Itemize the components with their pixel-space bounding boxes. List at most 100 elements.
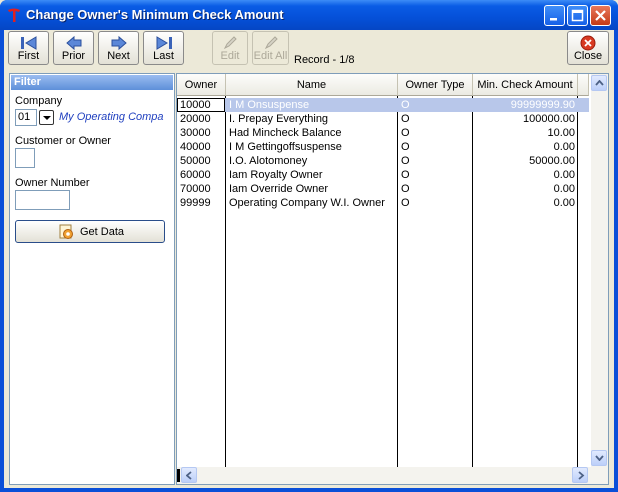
column-header-name[interactable]: Name (226, 74, 398, 96)
scroll-down-button[interactable] (591, 450, 607, 466)
owner-number-label: Owner Number (15, 177, 90, 189)
name-cell[interactable]: Iam Royalty Owner (229, 168, 395, 182)
title-bar[interactable]: Change Owner's Minimum Check Amount (0, 0, 618, 30)
min-check-amount-cell[interactable]: 50000.00 (474, 154, 575, 168)
prior-record-icon (65, 35, 81, 51)
owner-cell[interactable]: 60000 (180, 168, 225, 182)
get-data-button[interactable]: Get Data (15, 220, 165, 243)
chevron-up-icon (595, 80, 604, 86)
owner-type-cell[interactable]: O (401, 168, 469, 182)
min-check-amount-cell[interactable]: 100000.00 (474, 112, 575, 126)
app-window: Change Owner's Minimum Check Amount Firs… (0, 0, 618, 492)
first-button[interactable]: First (8, 31, 49, 65)
close-x-icon (595, 10, 606, 21)
scroll-right-button[interactable] (572, 467, 588, 483)
name-cell[interactable]: I M Gettingoffsuspense (229, 140, 395, 154)
owner-cell[interactable]: 99999 (180, 196, 225, 210)
client-area: First Prior Next Last Edit Edit All Reco… (4, 30, 614, 488)
company-code-input[interactable]: 01 (15, 109, 37, 126)
first-label: First (17, 50, 40, 62)
min-check-amount-cell[interactable]: 0.00 (474, 182, 575, 196)
minimize-button[interactable] (544, 5, 565, 26)
next-button[interactable]: Next (98, 31, 139, 65)
edit-all-label: Edit All (253, 50, 288, 62)
table-row[interactable]: 40000 I M Gettingoffsuspense O 0.00 (177, 140, 589, 154)
column-header-owner[interactable]: Owner (177, 74, 226, 96)
minimize-icon (550, 18, 557, 21)
min-check-amount-cell[interactable]: 0.00 (474, 196, 575, 210)
owner-type-cell[interactable]: O (401, 112, 469, 126)
name-cell[interactable]: Operating Company W.I. Owner (229, 196, 395, 210)
scroll-up-button[interactable] (591, 75, 607, 91)
first-record-icon (20, 36, 36, 50)
vertical-scrollbar[interactable] (591, 74, 608, 467)
pencil-icon (264, 36, 278, 50)
scroll-position-marker (177, 469, 180, 482)
owner-type-cell[interactable]: O (401, 98, 469, 112)
chevron-down-icon (595, 455, 604, 461)
table-row[interactable]: 30000 Had Mincheck Balance O 10.00 (177, 126, 589, 140)
owner-cell[interactable]: 70000 (180, 182, 225, 196)
window-title: Change Owner's Minimum Check Amount (26, 7, 284, 22)
chevron-left-icon (186, 471, 192, 480)
owner-type-cell[interactable]: O (401, 126, 469, 140)
window-close-button[interactable] (590, 5, 611, 26)
get-data-label: Get Data (80, 226, 125, 238)
edit-button[interactable]: Edit (212, 31, 248, 65)
table-row[interactable]: 20000 I. Prepay Everything O 100000.00 (177, 112, 589, 126)
prior-button[interactable]: Prior (53, 31, 94, 65)
name-cell[interactable]: Had Mincheck Balance (229, 126, 395, 140)
last-button[interactable]: Last (143, 31, 184, 65)
name-cell[interactable]: Iam Override Owner (229, 182, 395, 196)
min-check-amount-cell[interactable]: 0.00 (474, 140, 575, 154)
scroll-left-button[interactable] (181, 467, 197, 483)
close-button[interactable]: Close (567, 31, 609, 65)
next-label: Next (107, 50, 130, 62)
min-check-amount-cell[interactable]: 99999999.90 (474, 98, 575, 112)
chevron-down-icon[interactable] (39, 110, 54, 125)
last-label: Last (153, 50, 174, 62)
owner-cell[interactable]: 20000 (180, 112, 225, 126)
min-check-amount-cell[interactable]: 0.00 (474, 168, 575, 182)
record-indicator: Record - 1/8 (294, 54, 355, 66)
owner-grid: Owner Name Owner Type Min. Check Amount … (176, 73, 609, 485)
pencil-icon (223, 36, 237, 50)
table-row[interactable]: 70000 Iam Override Owner O 0.00 (177, 182, 589, 196)
edit-all-button[interactable]: Edit All (252, 31, 289, 65)
owner-type-cell[interactable]: O (401, 140, 469, 154)
min-check-amount-cell[interactable]: 10.00 (474, 126, 575, 140)
last-record-icon (156, 36, 172, 50)
table-row[interactable]: 99999 Operating Company W.I. Owner O 0.00 (177, 196, 589, 210)
column-header-min-check-amount[interactable]: Min. Check Amount (473, 74, 578, 96)
owner-number-field[interactable] (15, 190, 70, 210)
app-logo-icon (8, 8, 20, 22)
name-cell[interactable]: I M Onsuspense (229, 98, 395, 112)
close-label: Close (573, 50, 603, 62)
prior-label: Prior (61, 50, 86, 62)
customer-owner-field[interactable] (15, 148, 35, 168)
owner-type-cell[interactable]: O (401, 196, 469, 210)
owner-cell[interactable]: 40000 (180, 140, 225, 154)
horizontal-scrollbar[interactable] (177, 467, 608, 484)
table-row[interactable]: 60000 Iam Royalty Owner O 0.00 (177, 168, 589, 182)
name-cell[interactable]: I.O. Alotomoney (229, 154, 395, 168)
name-cell[interactable]: I. Prepay Everything (229, 112, 395, 126)
owner-cell[interactable]: 50000 (180, 154, 225, 168)
filter-header: Filter (11, 75, 173, 90)
table-row[interactable]: 10000 I M Onsuspense O 99999999.90 (177, 98, 589, 112)
owner-type-cell[interactable]: O (401, 154, 469, 168)
company-name: My Operating Compa (59, 111, 164, 123)
customer-owner-label: Customer or Owner (15, 135, 111, 147)
maximize-button[interactable] (567, 5, 588, 26)
owner-cell[interactable]: 10000 (177, 98, 225, 112)
owner-type-cell[interactable]: O (401, 182, 469, 196)
table-row[interactable]: 50000 I.O. Alotomoney O 50000.00 (177, 154, 589, 168)
company-label: Company (15, 95, 63, 107)
maximize-icon (571, 9, 584, 22)
next-record-icon (111, 35, 127, 51)
owner-cell[interactable]: 30000 (180, 126, 225, 140)
edit-label: Edit (220, 50, 240, 62)
get-data-icon (59, 224, 73, 239)
close-icon (580, 35, 596, 51)
column-header-owner-type[interactable]: Owner Type (398, 74, 473, 96)
